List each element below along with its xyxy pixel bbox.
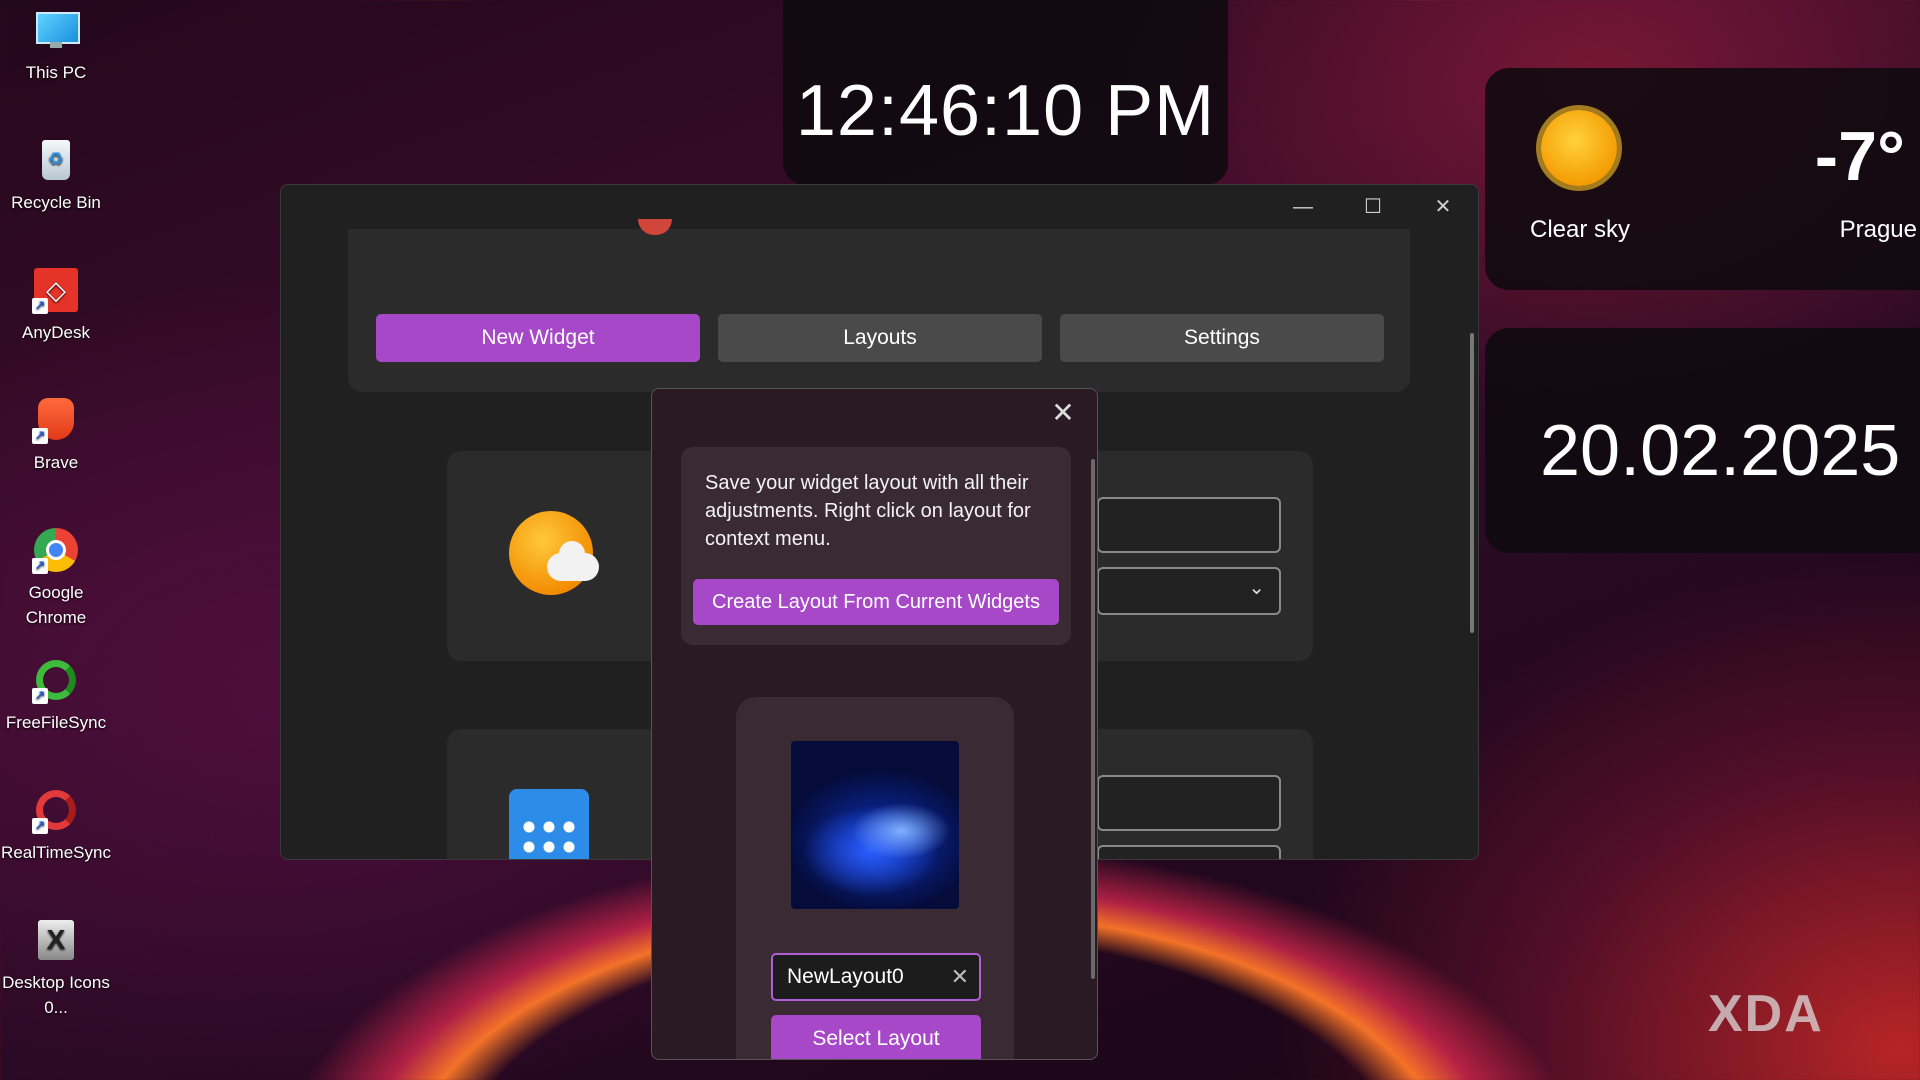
- sun-icon: [1541, 110, 1617, 186]
- chrome-icon: ↗: [32, 526, 80, 574]
- desktop-icon-anydesk[interactable]: ◇ ↗ AnyDesk: [0, 266, 112, 345]
- layout-info-card: Save your widget layout with all their a…: [681, 447, 1071, 645]
- realtimesync-icon: ↗: [32, 786, 80, 834]
- desktop-icon-realtimesync[interactable]: ↗ RealTimeSync: [0, 786, 112, 865]
- settings-button[interactable]: Settings: [1060, 314, 1384, 362]
- weather-city: Prague: [1839, 216, 1917, 243]
- desktop-icon-label: Recycle Bin: [11, 193, 101, 212]
- cloud-icon: [547, 541, 599, 581]
- weather-temperature: -7°: [1814, 117, 1905, 195]
- maximize-button[interactable]: ☐: [1338, 185, 1408, 229]
- anydesk-icon: ◇ ↗: [32, 266, 80, 314]
- layout-name-input[interactable]: NewLayout0 ✕: [771, 953, 981, 1001]
- date-widget[interactable]: 20.02.2025: [1485, 328, 1920, 553]
- clock-time: 12:46:10 PM: [795, 71, 1216, 151]
- desktop-icon-desktop-icons[interactable]: X Desktop Icons 0...: [0, 916, 112, 1020]
- desktop-icon-label: Desktop Icons 0...: [2, 973, 110, 1017]
- desktop-icon-label: This PC: [25, 63, 87, 82]
- app-logo: [638, 219, 672, 235]
- desktop-icon-brave[interactable]: ↗ Brave: [0, 396, 112, 475]
- close-window-button[interactable]: ✕: [1408, 185, 1478, 229]
- desktop-icon-label: AnyDesk: [21, 323, 91, 342]
- new-widget-button[interactable]: New Widget: [376, 314, 700, 362]
- xda-watermark: XDA: [1708, 985, 1824, 1043]
- layout-name-value: NewLayout0: [787, 965, 904, 988]
- widget-setting-dropdown[interactable]: ⌄: [1097, 567, 1281, 615]
- brave-icon: ↗: [32, 396, 80, 444]
- minimize-button[interactable]: —: [1268, 185, 1338, 229]
- create-layout-button[interactable]: Create Layout From Current Widgets: [693, 579, 1059, 625]
- layouts-dialog: ✕ Save your widget layout with all their…: [651, 388, 1098, 1060]
- desktop-icon-label: Brave: [33, 453, 79, 472]
- desktop-icon-recycle-bin[interactable]: ♻ Recycle Bin: [0, 136, 112, 215]
- clear-input-icon[interactable]: ✕: [951, 955, 969, 999]
- layout-thumbnail[interactable]: [791, 741, 959, 909]
- select-layout-button[interactable]: Select Layout: [771, 1015, 981, 1059]
- monitor-icon: [32, 6, 80, 54]
- desktop-icon-label: Google Chrome: [25, 583, 87, 627]
- layouts-button[interactable]: Layouts: [718, 314, 1042, 362]
- freefilesync-icon: ↗: [32, 656, 80, 704]
- header-card: New Widget Layouts Settings: [348, 219, 1410, 392]
- date-text: 20.02.2025: [1540, 411, 1901, 491]
- chevron-down-icon: ⌄: [1248, 577, 1265, 599]
- weather-widget[interactable]: Clear sky -7° Prague: [1485, 68, 1920, 290]
- desktop-icon-this-pc[interactable]: This PC: [0, 6, 112, 85]
- layout-item-card[interactable]: [736, 697, 1014, 1059]
- recycle-bin-icon: ♻: [32, 136, 80, 184]
- widget-setting-dropdown[interactable]: [1097, 845, 1281, 859]
- desktop-icon-label: FreeFileSync: [5, 713, 107, 732]
- dialog-close-button[interactable]: ✕: [1045, 395, 1081, 431]
- desktop-icon-label: RealTimeSync: [1, 843, 111, 862]
- dialog-scrollbar[interactable]: [1091, 459, 1095, 979]
- scrollbar[interactable]: [1470, 333, 1474, 633]
- calendar-icon: [509, 789, 589, 859]
- desktop-icons-icon: X: [32, 916, 80, 964]
- desktop-icon-chrome[interactable]: ↗ Google Chrome: [0, 526, 112, 630]
- weather-condition: Clear sky: [1529, 216, 1631, 243]
- widget-setting-field[interactable]: [1097, 775, 1281, 831]
- desktop-icon-freefilesync[interactable]: ↗ FreeFileSync: [0, 656, 112, 735]
- layout-info-text: Save your widget layout with all their a…: [705, 472, 1031, 550]
- widget-setting-field[interactable]: [1097, 497, 1281, 553]
- clock-widget[interactable]: 12:46:10 PM: [783, 0, 1228, 185]
